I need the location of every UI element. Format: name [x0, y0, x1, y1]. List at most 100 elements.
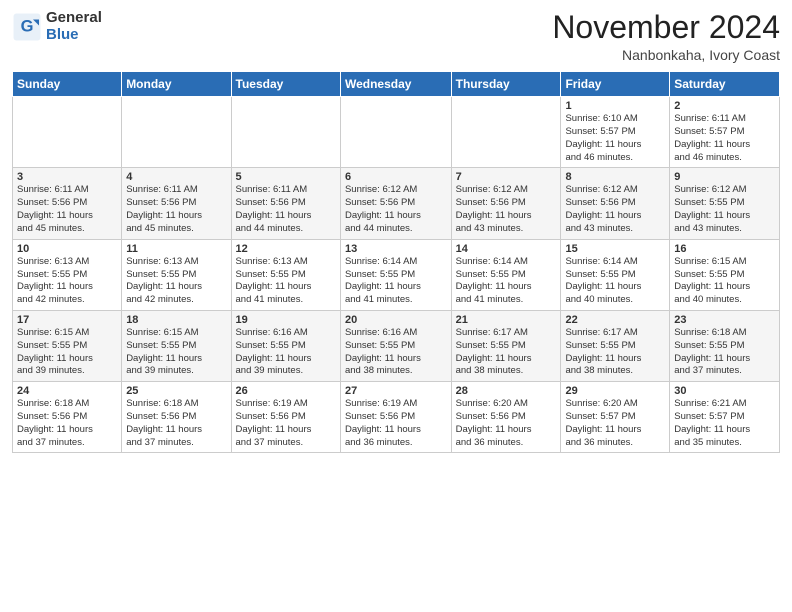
- day-info: Sunrise: 6:14 AM Sunset: 5:55 PM Dayligh…: [345, 256, 447, 307]
- calendar-cell: 19Sunrise: 6:16 AM Sunset: 5:55 PM Dayli…: [231, 310, 340, 381]
- col-thursday: Thursday: [451, 72, 561, 97]
- calendar-cell: 26Sunrise: 6:19 AM Sunset: 5:56 PM Dayli…: [231, 382, 340, 453]
- calendar-cell: 25Sunrise: 6:18 AM Sunset: 5:56 PM Dayli…: [122, 382, 231, 453]
- title-block: November 2024 Nanbonkaha, Ivory Coast: [552, 10, 780, 63]
- day-info: Sunrise: 6:15 AM Sunset: 5:55 PM Dayligh…: [17, 327, 117, 378]
- calendar-cell: 9Sunrise: 6:12 AM Sunset: 5:55 PM Daylig…: [670, 168, 780, 239]
- calendar-cell: 17Sunrise: 6:15 AM Sunset: 5:55 PM Dayli…: [13, 310, 122, 381]
- day-number: 12: [236, 243, 336, 255]
- calendar-cell: 2Sunrise: 6:11 AM Sunset: 5:57 PM Daylig…: [670, 97, 780, 168]
- day-number: 15: [565, 243, 665, 255]
- day-info: Sunrise: 6:17 AM Sunset: 5:55 PM Dayligh…: [565, 327, 665, 378]
- day-info: Sunrise: 6:11 AM Sunset: 5:56 PM Dayligh…: [236, 184, 336, 235]
- calendar-cell: 3Sunrise: 6:11 AM Sunset: 5:56 PM Daylig…: [13, 168, 122, 239]
- calendar-cell: 21Sunrise: 6:17 AM Sunset: 5:55 PM Dayli…: [451, 310, 561, 381]
- day-number: 19: [236, 314, 336, 326]
- day-info: Sunrise: 6:12 AM Sunset: 5:56 PM Dayligh…: [456, 184, 557, 235]
- day-number: 6: [345, 171, 447, 183]
- day-number: 30: [674, 385, 775, 397]
- day-info: Sunrise: 6:18 AM Sunset: 5:56 PM Dayligh…: [17, 398, 117, 449]
- day-number: 9: [674, 171, 775, 183]
- calendar-cell: 12Sunrise: 6:13 AM Sunset: 5:55 PM Dayli…: [231, 239, 340, 310]
- calendar-header: Sunday Monday Tuesday Wednesday Thursday…: [13, 72, 780, 97]
- day-number: 13: [345, 243, 447, 255]
- day-info: Sunrise: 6:16 AM Sunset: 5:55 PM Dayligh…: [345, 327, 447, 378]
- day-number: 28: [456, 385, 557, 397]
- day-number: 3: [17, 171, 117, 183]
- day-info: Sunrise: 6:12 AM Sunset: 5:55 PM Dayligh…: [674, 184, 775, 235]
- calendar-cell: 15Sunrise: 6:14 AM Sunset: 5:55 PM Dayli…: [561, 239, 670, 310]
- day-number: 10: [17, 243, 117, 255]
- day-info: Sunrise: 6:12 AM Sunset: 5:56 PM Dayligh…: [565, 184, 665, 235]
- weekday-row: Sunday Monday Tuesday Wednesday Thursday…: [13, 72, 780, 97]
- day-info: Sunrise: 6:15 AM Sunset: 5:55 PM Dayligh…: [126, 327, 226, 378]
- col-sunday: Sunday: [13, 72, 122, 97]
- day-info: Sunrise: 6:14 AM Sunset: 5:55 PM Dayligh…: [456, 256, 557, 307]
- day-number: 14: [456, 243, 557, 255]
- svg-text:G: G: [21, 17, 34, 35]
- day-number: 11: [126, 243, 226, 255]
- day-info: Sunrise: 6:17 AM Sunset: 5:55 PM Dayligh…: [456, 327, 557, 378]
- page-header: G General Blue November 2024 Nanbonkaha,…: [12, 10, 780, 63]
- logo-text: General Blue: [46, 10, 102, 43]
- day-info: Sunrise: 6:21 AM Sunset: 5:57 PM Dayligh…: [674, 398, 775, 449]
- week-row-4: 17Sunrise: 6:15 AM Sunset: 5:55 PM Dayli…: [13, 310, 780, 381]
- day-number: 23: [674, 314, 775, 326]
- col-tuesday: Tuesday: [231, 72, 340, 97]
- day-number: 21: [456, 314, 557, 326]
- day-number: 18: [126, 314, 226, 326]
- calendar-cell: 16Sunrise: 6:15 AM Sunset: 5:55 PM Dayli…: [670, 239, 780, 310]
- day-number: 24: [17, 385, 117, 397]
- day-number: 16: [674, 243, 775, 255]
- month-year: November 2024: [552, 10, 780, 45]
- day-number: 7: [456, 171, 557, 183]
- week-row-3: 10Sunrise: 6:13 AM Sunset: 5:55 PM Dayli…: [13, 239, 780, 310]
- day-info: Sunrise: 6:15 AM Sunset: 5:55 PM Dayligh…: [674, 256, 775, 307]
- week-row-5: 24Sunrise: 6:18 AM Sunset: 5:56 PM Dayli…: [13, 382, 780, 453]
- day-info: Sunrise: 6:20 AM Sunset: 5:56 PM Dayligh…: [456, 398, 557, 449]
- day-number: 27: [345, 385, 447, 397]
- location: Nanbonkaha, Ivory Coast: [552, 47, 780, 63]
- day-info: Sunrise: 6:18 AM Sunset: 5:56 PM Dayligh…: [126, 398, 226, 449]
- logo: G General Blue: [12, 10, 102, 43]
- calendar-cell: 8Sunrise: 6:12 AM Sunset: 5:56 PM Daylig…: [561, 168, 670, 239]
- col-friday: Friday: [561, 72, 670, 97]
- calendar-cell: [451, 97, 561, 168]
- day-number: 2: [674, 100, 775, 112]
- calendar-cell: 7Sunrise: 6:12 AM Sunset: 5:56 PM Daylig…: [451, 168, 561, 239]
- calendar-cell: 4Sunrise: 6:11 AM Sunset: 5:56 PM Daylig…: [122, 168, 231, 239]
- col-monday: Monday: [122, 72, 231, 97]
- week-row-2: 3Sunrise: 6:11 AM Sunset: 5:56 PM Daylig…: [13, 168, 780, 239]
- calendar-cell: 18Sunrise: 6:15 AM Sunset: 5:55 PM Dayli…: [122, 310, 231, 381]
- calendar-cell: 27Sunrise: 6:19 AM Sunset: 5:56 PM Dayli…: [340, 382, 451, 453]
- logo-blue: Blue: [46, 27, 102, 44]
- day-info: Sunrise: 6:18 AM Sunset: 5:55 PM Dayligh…: [674, 327, 775, 378]
- day-info: Sunrise: 6:11 AM Sunset: 5:56 PM Dayligh…: [17, 184, 117, 235]
- calendar-cell: 20Sunrise: 6:16 AM Sunset: 5:55 PM Dayli…: [340, 310, 451, 381]
- day-info: Sunrise: 6:13 AM Sunset: 5:55 PM Dayligh…: [17, 256, 117, 307]
- calendar-cell: 22Sunrise: 6:17 AM Sunset: 5:55 PM Dayli…: [561, 310, 670, 381]
- calendar-cell: [340, 97, 451, 168]
- day-info: Sunrise: 6:11 AM Sunset: 5:56 PM Dayligh…: [126, 184, 226, 235]
- calendar-cell: 10Sunrise: 6:13 AM Sunset: 5:55 PM Dayli…: [13, 239, 122, 310]
- day-info: Sunrise: 6:20 AM Sunset: 5:57 PM Dayligh…: [565, 398, 665, 449]
- day-info: Sunrise: 6:10 AM Sunset: 5:57 PM Dayligh…: [565, 113, 665, 164]
- calendar-body: 1Sunrise: 6:10 AM Sunset: 5:57 PM Daylig…: [13, 97, 780, 453]
- day-number: 8: [565, 171, 665, 183]
- calendar-page: G General Blue November 2024 Nanbonkaha,…: [0, 0, 792, 612]
- day-number: 26: [236, 385, 336, 397]
- day-info: Sunrise: 6:19 AM Sunset: 5:56 PM Dayligh…: [236, 398, 336, 449]
- calendar-cell: 30Sunrise: 6:21 AM Sunset: 5:57 PM Dayli…: [670, 382, 780, 453]
- calendar-cell: 1Sunrise: 6:10 AM Sunset: 5:57 PM Daylig…: [561, 97, 670, 168]
- day-info: Sunrise: 6:11 AM Sunset: 5:57 PM Dayligh…: [674, 113, 775, 164]
- calendar-table: Sunday Monday Tuesday Wednesday Thursday…: [12, 71, 780, 453]
- calendar-cell: 14Sunrise: 6:14 AM Sunset: 5:55 PM Dayli…: [451, 239, 561, 310]
- day-number: 20: [345, 314, 447, 326]
- calendar-cell: [122, 97, 231, 168]
- calendar-cell: 6Sunrise: 6:12 AM Sunset: 5:56 PM Daylig…: [340, 168, 451, 239]
- calendar-cell: 29Sunrise: 6:20 AM Sunset: 5:57 PM Dayli…: [561, 382, 670, 453]
- calendar-cell: 28Sunrise: 6:20 AM Sunset: 5:56 PM Dayli…: [451, 382, 561, 453]
- logo-general: General: [46, 10, 102, 27]
- day-number: 4: [126, 171, 226, 183]
- day-info: Sunrise: 6:12 AM Sunset: 5:56 PM Dayligh…: [345, 184, 447, 235]
